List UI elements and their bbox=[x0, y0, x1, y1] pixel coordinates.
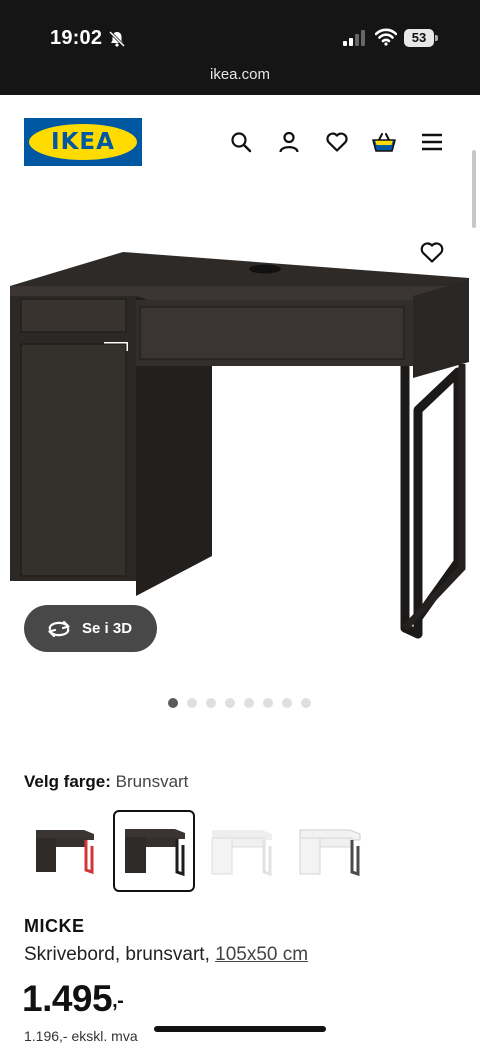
carousel-dot[interactable] bbox=[301, 698, 311, 708]
product-name: MICKE bbox=[24, 916, 85, 936]
carousel-dot[interactable] bbox=[244, 698, 254, 708]
signal-icon bbox=[343, 30, 365, 46]
product-description-text: Skrivebord, brunsvart, bbox=[24, 944, 216, 965]
product-image[interactable] bbox=[0, 230, 480, 650]
battery-indicator: 53 bbox=[404, 29, 438, 47]
color-swatch-white-anthracite[interactable] bbox=[288, 810, 370, 892]
color-value: Brunsvart bbox=[115, 772, 189, 791]
status-time: 19:02 bbox=[50, 27, 103, 49]
carousel-dot[interactable] bbox=[282, 698, 292, 708]
status-bar: 19:02 53 ikea.com bbox=[0, 0, 480, 95]
product-price: 1.495,- bbox=[22, 978, 124, 1020]
price-ex-vat: 1.196,- ekskl. mva bbox=[24, 1028, 138, 1043]
carousel-dot[interactable] bbox=[225, 698, 235, 708]
address-bar[interactable]: ikea.com bbox=[0, 66, 480, 83]
view-3d-label: Se i 3D bbox=[82, 620, 133, 637]
color-swatch-white[interactable] bbox=[200, 810, 282, 892]
rotate-3d-icon bbox=[48, 620, 70, 637]
user-icon[interactable] bbox=[277, 130, 301, 154]
carousel-dot[interactable] bbox=[206, 698, 216, 708]
basket-icon[interactable] bbox=[372, 130, 396, 154]
battery-level: 53 bbox=[404, 29, 434, 47]
carousel-dot[interactable] bbox=[168, 698, 178, 708]
heart-icon[interactable] bbox=[325, 130, 349, 154]
price-value: 1.495 bbox=[22, 978, 113, 1019]
menu-icon[interactable] bbox=[420, 130, 444, 154]
product-dimensions-link[interactable]: 105x50 cm bbox=[215, 944, 308, 965]
price-suffix: ,- bbox=[112, 990, 124, 1012]
carousel-dot[interactable] bbox=[187, 698, 197, 708]
page-scrollbar[interactable] bbox=[472, 150, 476, 228]
logo-text: IKEA bbox=[51, 129, 115, 155]
image-carousel-dots[interactable] bbox=[168, 698, 311, 708]
color-selection-label: Velg farge: Brunsvart bbox=[24, 772, 188, 792]
wifi-icon bbox=[375, 28, 397, 46]
color-label: Velg farge: bbox=[24, 772, 111, 791]
bell-muted-icon bbox=[108, 30, 126, 48]
color-swatch-brown-black[interactable] bbox=[113, 810, 195, 892]
color-swatch-brown-black-red[interactable] bbox=[24, 810, 106, 892]
ikea-logo[interactable]: IKEA bbox=[24, 118, 142, 166]
favourite-heart-icon[interactable] bbox=[419, 240, 445, 264]
home-indicator[interactable] bbox=[154, 1026, 326, 1032]
search-icon[interactable] bbox=[229, 130, 253, 154]
view-3d-button[interactable]: Se i 3D bbox=[24, 605, 157, 652]
product-description: Skrivebord, brunsvart, 105x50 cm bbox=[24, 944, 308, 966]
carousel-dot[interactable] bbox=[263, 698, 273, 708]
